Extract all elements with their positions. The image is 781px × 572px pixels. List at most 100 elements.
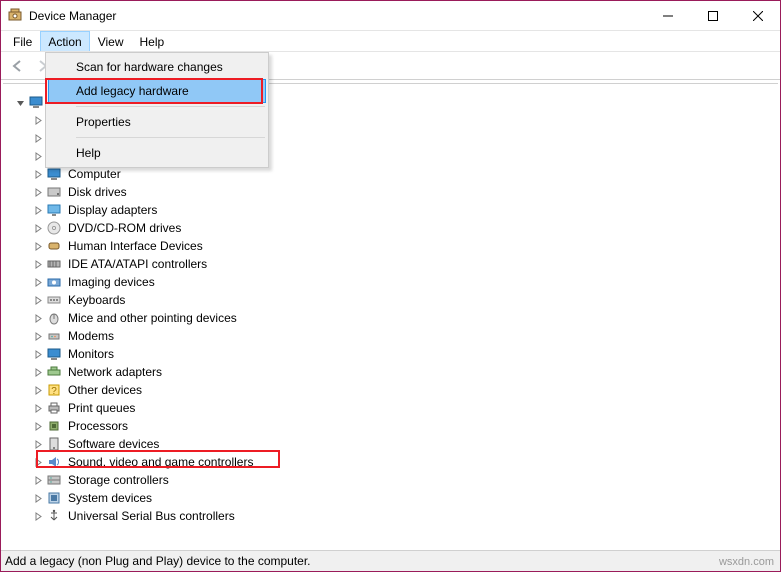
keyboard-icon: [46, 292, 62, 308]
action-menu-dropdown: Scan for hardware changes Add legacy har…: [45, 52, 269, 168]
storage-icon: [46, 472, 62, 488]
tree-node[interactable]: Monitors: [3, 345, 778, 363]
printer-icon: [46, 400, 62, 416]
other-icon: ?: [46, 382, 62, 398]
expander-closed-icon[interactable]: [31, 491, 46, 506]
hid-icon: [46, 238, 62, 254]
menu-view[interactable]: View: [90, 31, 132, 51]
modem-icon: [46, 328, 62, 344]
window-controls: [645, 1, 780, 30]
menu-add-legacy-hardware[interactable]: Add legacy hardware: [48, 79, 266, 103]
maximize-button[interactable]: [690, 1, 735, 30]
tree-node[interactable]: Imaging devices: [3, 273, 778, 291]
menu-separator: [76, 137, 265, 138]
tree-node-label: Imaging devices: [66, 274, 157, 290]
tree-node-label: Computer: [66, 166, 123, 182]
expander-closed-icon[interactable]: [31, 455, 46, 470]
tree-node[interactable]: Storage controllers: [3, 471, 778, 489]
menu-action[interactable]: Action: [40, 31, 89, 51]
display-icon: [46, 202, 62, 218]
tree-node[interactable]: Print queues: [3, 399, 778, 417]
tree-node[interactable]: ? Other devices: [3, 381, 778, 399]
expander-closed-icon[interactable]: [31, 329, 46, 344]
tree-node[interactable]: Universal Serial Bus controllers: [3, 507, 778, 525]
expander-closed-icon[interactable]: [31, 221, 46, 236]
tree-node[interactable]: Software devices: [3, 435, 778, 453]
tree-node[interactable]: Modems: [3, 327, 778, 345]
app-icon: [7, 8, 23, 24]
expander-closed-icon[interactable]: [31, 185, 46, 200]
tree-node[interactable]: Processors: [3, 417, 778, 435]
expander-closed-icon[interactable]: [31, 203, 46, 218]
back-button[interactable]: [5, 55, 28, 77]
expander-closed-icon[interactable]: [31, 437, 46, 452]
expander-closed-icon[interactable]: [31, 113, 46, 128]
expander-closed-icon[interactable]: [31, 239, 46, 254]
network-icon: [46, 364, 62, 380]
computer-root-icon: [28, 94, 44, 110]
status-bar: Add a legacy (non Plug and Play) device …: [1, 550, 780, 571]
menu-scan-hardware[interactable]: Scan for hardware changes: [48, 55, 266, 79]
menu-bar: File Action View Help: [1, 31, 780, 52]
expander-open-icon[interactable]: [13, 95, 28, 110]
cpu-icon: [46, 418, 62, 434]
svg-text:?: ?: [51, 386, 57, 397]
minimize-button[interactable]: [645, 1, 690, 30]
tree-node[interactable]: Network adapters: [3, 363, 778, 381]
tree-node[interactable]: System devices: [3, 489, 778, 507]
tree-node-label: Processors: [66, 418, 130, 434]
system-icon: [46, 490, 62, 506]
tree-node[interactable]: Mice and other pointing devices: [3, 309, 778, 327]
tree-node-label: Software devices: [66, 436, 161, 452]
menu-properties[interactable]: Properties: [48, 110, 266, 134]
tree-node[interactable]: Display adapters: [3, 201, 778, 219]
expander-closed-icon[interactable]: [31, 167, 46, 182]
expander-closed-icon[interactable]: [31, 311, 46, 326]
close-button[interactable]: [735, 1, 780, 30]
tree-node-label: Mice and other pointing devices: [66, 310, 239, 326]
tree-node-label: Modems: [66, 328, 116, 344]
expander-closed-icon[interactable]: [31, 473, 46, 488]
cd-icon: [46, 220, 62, 236]
menu-item-label: Add legacy hardware: [76, 84, 189, 98]
tree-node-label: Disk drives: [66, 184, 129, 200]
tree-node-label: DVD/CD-ROM drives: [66, 220, 183, 236]
tree-node-label: Universal Serial Bus controllers: [66, 508, 237, 524]
sound-icon: [46, 454, 62, 470]
expander-closed-icon[interactable]: [31, 419, 46, 434]
tree-node[interactable]: Disk drives: [3, 183, 778, 201]
expander-closed-icon[interactable]: [31, 131, 46, 146]
expander-closed-icon[interactable]: [31, 509, 46, 524]
monitor-icon: [46, 346, 62, 362]
tree-node-label: Print queues: [66, 400, 137, 416]
title-bar: Device Manager: [1, 1, 780, 31]
expander-closed-icon[interactable]: [31, 365, 46, 380]
expander-closed-icon[interactable]: [31, 401, 46, 416]
menu-item-label: Scan for hardware changes: [76, 60, 223, 74]
tree-node[interactable]: Human Interface Devices: [3, 237, 778, 255]
expander-closed-icon[interactable]: [31, 347, 46, 362]
tree-node-label: IDE ATA/ATAPI controllers: [66, 256, 209, 272]
menu-item-label: Properties: [76, 115, 131, 129]
menu-help[interactable]: Help: [48, 141, 266, 165]
monitor-icon: [46, 166, 62, 182]
ide-icon: [46, 256, 62, 272]
menu-file[interactable]: File: [5, 31, 40, 51]
tree-node-label: Monitors: [66, 346, 116, 362]
expander-closed-icon[interactable]: [31, 257, 46, 272]
tree-node-label: Human Interface Devices: [66, 238, 205, 254]
expander-closed-icon[interactable]: [31, 275, 46, 290]
menu-help[interactable]: Help: [132, 31, 173, 51]
software-icon: [46, 436, 62, 452]
expander-closed-icon[interactable]: [31, 149, 46, 164]
watermark: wsxdn.com: [719, 556, 774, 568]
tree-node[interactable]: IDE ATA/ATAPI controllers: [3, 255, 778, 273]
expander-closed-icon[interactable]: [31, 293, 46, 308]
imaging-icon: [46, 274, 62, 290]
tree-node[interactable]: Sound, video and game controllers: [3, 453, 778, 471]
window-title: Device Manager: [29, 9, 116, 23]
tree-node[interactable]: Keyboards: [3, 291, 778, 309]
expander-closed-icon[interactable]: [31, 383, 46, 398]
tree-node[interactable]: DVD/CD-ROM drives: [3, 219, 778, 237]
tree-node-label: Other devices: [66, 382, 144, 398]
